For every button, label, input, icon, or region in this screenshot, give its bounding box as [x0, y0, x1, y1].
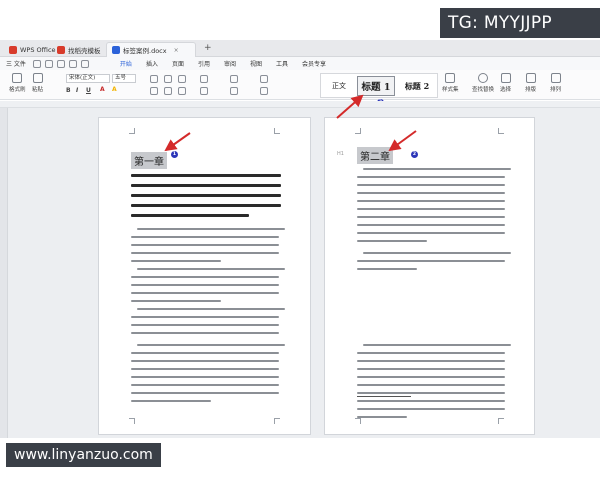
arrow-to-heading-1-style [336, 94, 364, 119]
annotation-arrows [164, 94, 417, 152]
site-watermark: www.linyanzuo.com [6, 443, 161, 467]
arrow-to-chapter-2 [388, 130, 417, 152]
wps-writer-window: TG: MYYJJPP WPS Office 找稻壳模板 标签案例.docx ×… [0, 0, 600, 480]
arrow-to-chapter-1 [164, 132, 191, 152]
